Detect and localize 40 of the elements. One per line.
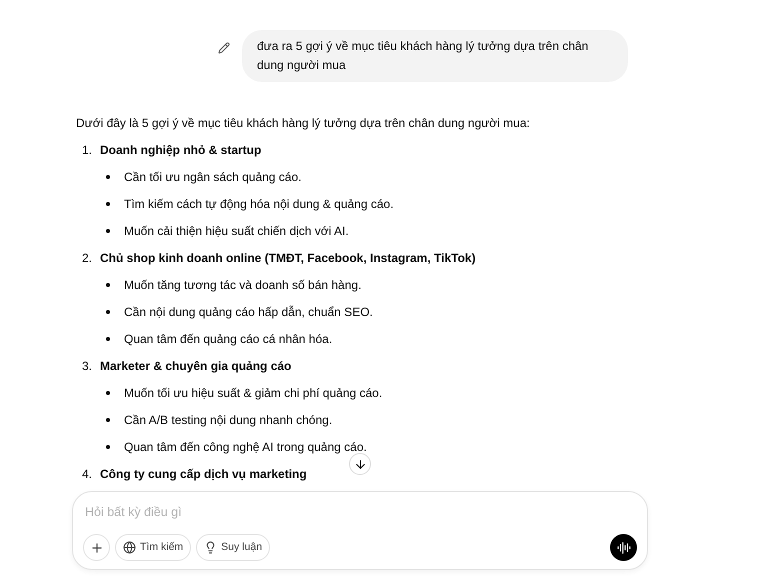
waveform-icon	[616, 540, 630, 554]
list-number: 4.	[81, 466, 94, 483]
bullet-text: Quan tâm đến quảng cáo cá nhân hóa.	[124, 331, 332, 348]
bullet-text: Tìm kiếm cách tự động hóa nội dung & quảng cáo.	[124, 196, 394, 213]
list-number: 2.	[81, 250, 94, 267]
bullet-text: Quan tâm đến công nghệ AI trong quảng cáo.	[124, 439, 367, 456]
bullet-icon	[106, 283, 110, 287]
bullet-text: Muốn cải thiện hiệu suất chiến dịch với AI.	[124, 223, 349, 240]
list-heading: Chủ shop kinh doanh online (TMĐT, Facebook, Instagram, TikTok)	[100, 250, 476, 267]
bullet-text: Muốn tăng tương tác và doanh số bán hàng.	[124, 277, 362, 294]
edit-icon[interactable]	[218, 42, 230, 54]
voice-button[interactable]	[610, 534, 637, 561]
bullet-icon	[106, 175, 110, 179]
bullet-text: Cần tối ưu ngân sách quảng cáo.	[124, 169, 302, 186]
plus-icon	[90, 540, 104, 554]
bullet-icon	[106, 445, 110, 449]
search-button[interactable]: Tìm kiếm	[115, 534, 192, 561]
list-heading: Marketer & chuyên gia quảng cáo	[100, 358, 292, 375]
answer-intro: Dưới đây là 5 gợi ý về mục tiêu khách hàng lý tưởng dựa trên chân dung người mua:	[76, 115, 531, 132]
lightbulb-icon	[204, 541, 218, 554]
bullet-text: Cần A/B testing nội dung nhanh chóng.	[124, 412, 332, 429]
list-number: 1.	[81, 142, 94, 159]
bullet-icon	[106, 337, 110, 341]
bullet-icon	[106, 229, 110, 233]
list-heading: Doanh nghiệp nhỏ & startup	[100, 142, 262, 159]
bullet-text: Cần nội dung quảng cáo hấp dẫn, chuẩn SEO.	[124, 304, 373, 321]
arrow-down-icon	[354, 458, 366, 470]
message-input[interactable]: Hỏi bất kỳ điều gì	[83, 502, 637, 522]
reason-button[interactable]: Suy luận	[196, 534, 270, 561]
add-button[interactable]	[83, 534, 110, 561]
list-heading: Công ty cung cấp dịch vụ marketing	[100, 466, 307, 483]
globe-icon	[123, 541, 136, 554]
scroll-down-button[interactable]	[349, 453, 371, 475]
bullet-icon	[106, 202, 110, 206]
bullet-icon	[106, 391, 110, 395]
bullet-text: Muốn tối ưu hiệu suất & giảm chi phí quảng cáo.	[124, 385, 382, 402]
user-message: đưa ra 5 gợi ý về mục tiêu khách hàng lý tưởng dựa trên chân dung người mua	[242, 30, 628, 82]
bullet-icon	[106, 418, 110, 422]
list-number: 3.	[81, 358, 94, 375]
bullet-icon	[106, 310, 110, 314]
